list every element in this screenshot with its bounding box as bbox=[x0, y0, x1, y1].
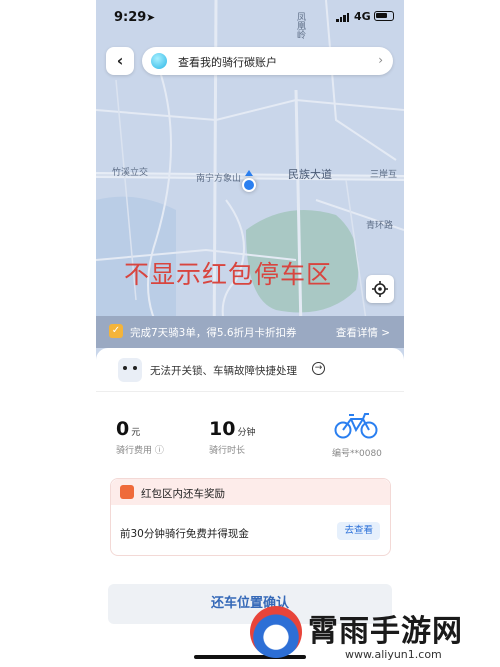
duration-label: 骑行时长 bbox=[209, 446, 246, 456]
phone-screen: 9:29 ➤ 4G ‹ 查看我的骑行碳账户 › 凤凰岭 竹溪立交 南宁方象山 民… bbox=[96, 0, 404, 667]
ride-fee: 0元 骑行费用 ⓘ bbox=[116, 418, 164, 456]
watermark-url: www.aliyun1.com bbox=[345, 648, 442, 661]
bike-number: 编号**0080 bbox=[332, 449, 382, 459]
fee-unit: 元 bbox=[131, 428, 141, 438]
ride-duration: 10 分钟 骑行时长 bbox=[209, 418, 255, 456]
map-label: 青环路 bbox=[366, 221, 394, 231]
battery-icon bbox=[374, 11, 394, 21]
red-packet-icon bbox=[120, 485, 134, 499]
crosshair-icon bbox=[372, 281, 388, 297]
fee-label[interactable]: 骑行费用 ⓘ bbox=[116, 443, 164, 456]
watermark-name: 霄雨手游网 bbox=[308, 614, 463, 649]
arrow-right-circle-icon[interactable]: → bbox=[312, 362, 325, 375]
status-bar: 9:29 ➤ 4G bbox=[96, 0, 404, 36]
promo-banner[interactable]: ✓ 完成7天骑3单，得5.6折月卡折扣券 查看详情 > bbox=[96, 316, 404, 348]
watermark-logo-icon bbox=[250, 606, 302, 658]
network-type: 4G bbox=[354, 10, 371, 23]
reward-body: 前30分钟骑行免费并得现金 bbox=[120, 528, 249, 540]
reward-view-button[interactable]: 去查看 bbox=[337, 522, 380, 540]
reward-title: 红包区内还车奖励 bbox=[141, 488, 225, 500]
mascot-icon bbox=[118, 358, 142, 382]
current-location-dot bbox=[242, 178, 256, 192]
signal-icon bbox=[336, 13, 350, 22]
duration-unit: 分钟 bbox=[237, 428, 256, 438]
chevron-right-icon: › bbox=[378, 53, 383, 67]
fee-value: 0 bbox=[116, 418, 130, 440]
carbon-account-bar[interactable]: 查看我的骑行碳账户 › bbox=[142, 47, 393, 75]
coupon-icon: ✓ bbox=[109, 324, 123, 338]
map-view[interactable]: 9:29 ➤ 4G ‹ 查看我的骑行碳账户 › 凤凰岭 竹溪立交 南宁方象山 民… bbox=[96, 0, 404, 360]
road-label: 民族大道 bbox=[288, 168, 332, 181]
location-arrow-icon: ➤ bbox=[146, 11, 156, 24]
bicycle-icon bbox=[334, 413, 378, 439]
map-label: 竹溪立交 bbox=[112, 168, 149, 178]
earth-icon bbox=[151, 53, 167, 69]
promo-details-link[interactable]: 查看详情 > bbox=[336, 325, 390, 340]
map-label: 南宁方象山 bbox=[196, 174, 242, 184]
heading-indicator bbox=[245, 170, 253, 176]
reward-header: 红包区内还车奖励 bbox=[111, 479, 390, 505]
watermark: 霄雨手游网 www.aliyun1.com bbox=[250, 598, 500, 667]
map-label: 凤凰岭 bbox=[295, 12, 305, 39]
promo-text: 完成7天骑3单，得5.6折月卡折扣券 bbox=[130, 327, 297, 339]
map-label: 三岸互 bbox=[370, 170, 398, 180]
fault-help-text: 无法开关锁、车辆故障快捷处理 bbox=[150, 365, 297, 377]
fault-help-row[interactable]: 无法开关锁、车辆故障快捷处理 → bbox=[96, 348, 404, 392]
back-button[interactable]: ‹ bbox=[106, 47, 134, 75]
duration-value: 10 bbox=[209, 418, 236, 440]
locate-button[interactable] bbox=[366, 275, 394, 303]
overlay-annotation: 不显示红包停车区 bbox=[124, 260, 333, 289]
reward-card[interactable]: 红包区内还车奖励 前30分钟骑行免费并得现金 去查看 bbox=[110, 478, 391, 556]
status-time: 9:29 bbox=[114, 10, 147, 25]
carbon-account-text: 查看我的骑行碳账户 bbox=[178, 56, 277, 69]
